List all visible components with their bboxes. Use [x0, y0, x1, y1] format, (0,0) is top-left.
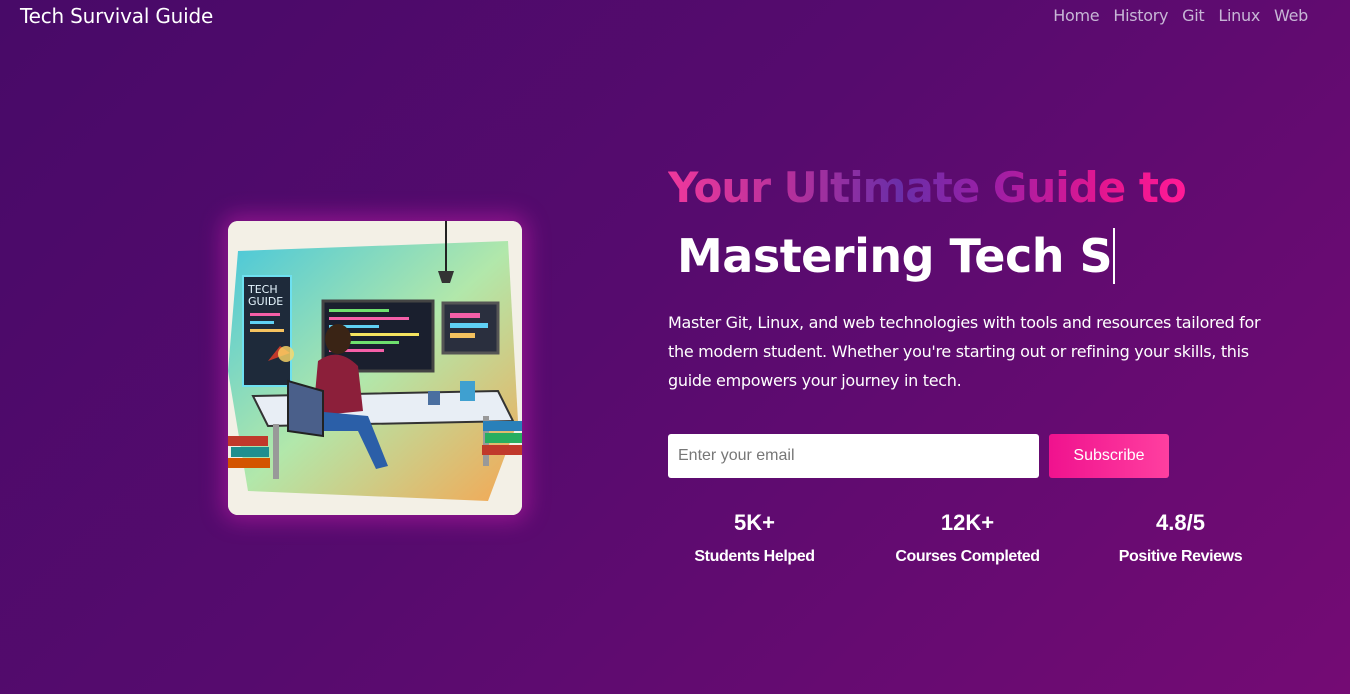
stat-value: 4.8/5 [1156, 510, 1205, 535]
nav-web-link[interactable]: Web [1274, 6, 1308, 25]
nav-git-link[interactable]: Git [1182, 6, 1205, 25]
stat-value: 12K+ [940, 510, 995, 535]
stat-courses: 12K+ Courses Completed [861, 510, 1074, 566]
hero-heading-line1: Your Ultimate Guide to [668, 163, 1187, 212]
hero-heading-line2: Mastering Tech S [677, 228, 1116, 284]
stat-reviews: 4.8/5 Positive Reviews [1074, 510, 1287, 566]
typing-cursor [1113, 228, 1116, 284]
hero-description: Master Git, Linux, and web technologies … [668, 313, 1261, 390]
stat-label: Students Helped [694, 548, 815, 565]
stat-value: 5K+ [734, 510, 775, 535]
main-nav: Home History Git Linux Web [1039, 6, 1308, 25]
hero-illustration: TECH GUIDE [228, 221, 522, 515]
nav-home-link[interactable]: Home [1053, 6, 1099, 25]
nav-linux-link[interactable]: Linux [1218, 6, 1260, 25]
stat-label: Positive Reviews [1118, 548, 1243, 565]
stats-section: 5K+ Students Helped 12K+ Courses Complet… [648, 510, 1288, 566]
email-input[interactable] [668, 434, 1039, 478]
nav-history-link[interactable]: History [1113, 6, 1168, 25]
svg-text:GUIDE: GUIDE [248, 295, 283, 308]
stat-students: 5K+ Students Helped [648, 510, 861, 566]
subscribe-button[interactable]: Subscribe [1049, 434, 1169, 478]
typing-text: Mastering Tech S [677, 229, 1113, 283]
site-brand[interactable]: Tech Survival Guide [20, 4, 213, 28]
stat-label: Courses Completed [895, 548, 1040, 565]
